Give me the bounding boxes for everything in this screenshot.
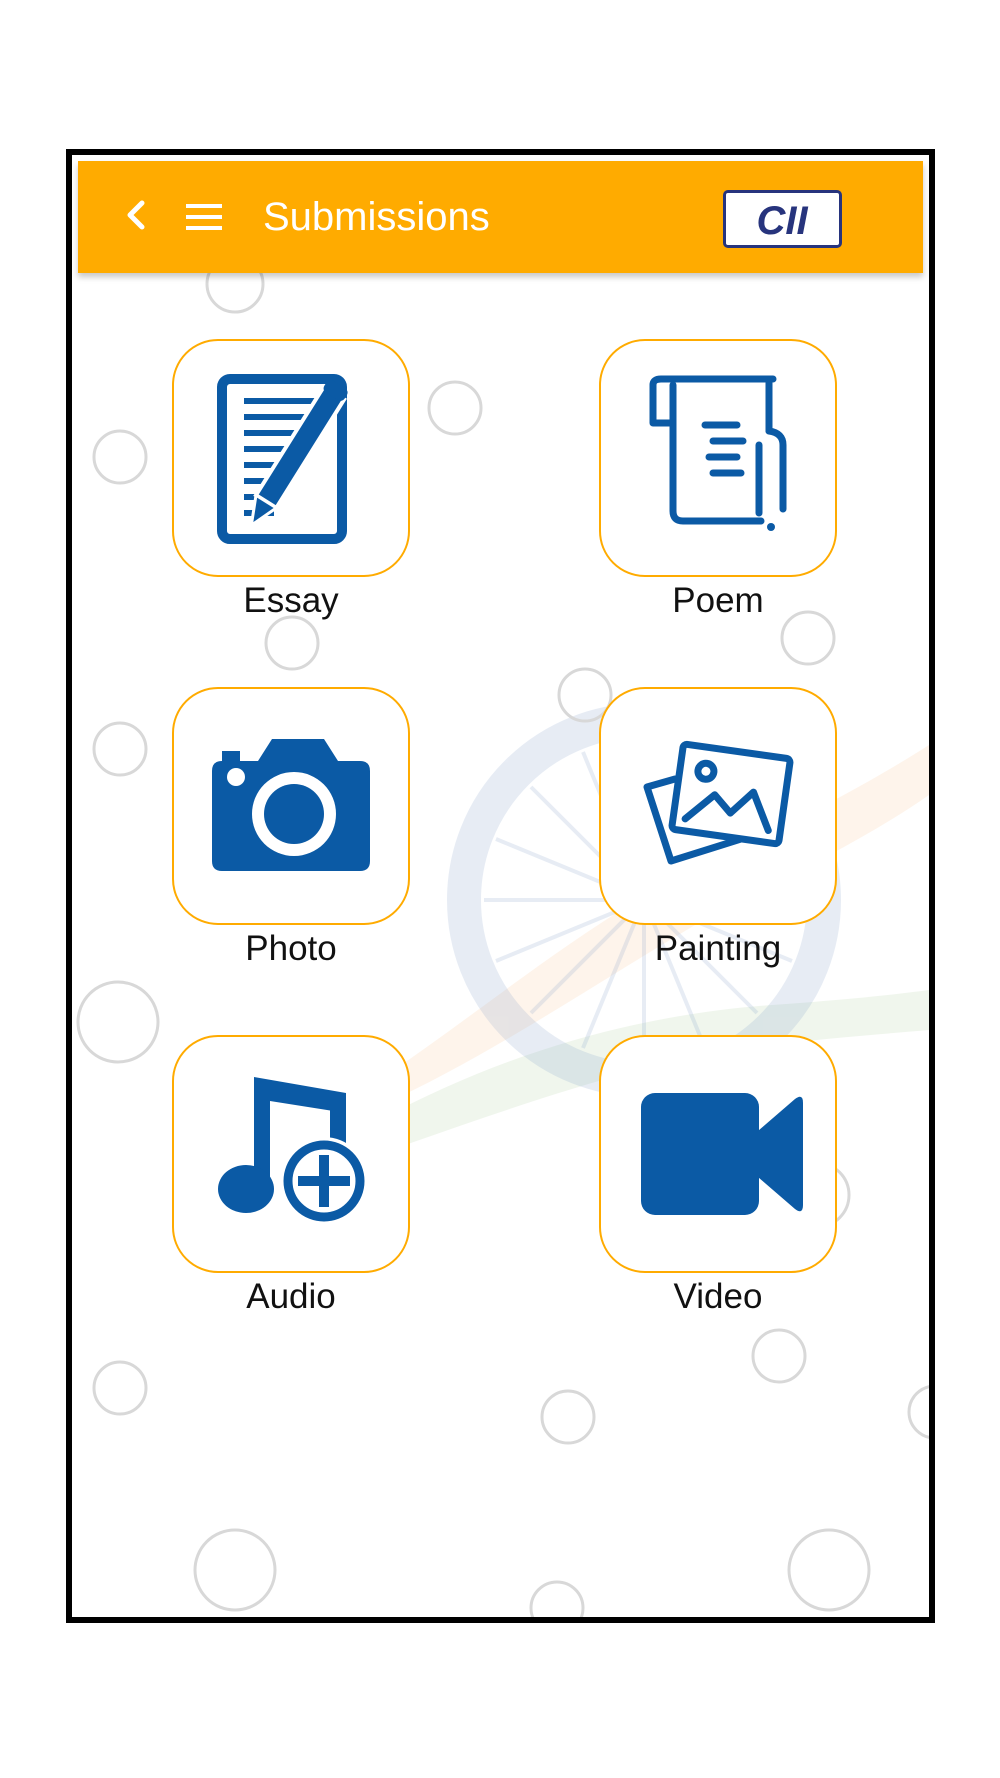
- poem-tile[interactable]: [599, 339, 837, 577]
- cii-logo-mark: CII: [756, 199, 808, 243]
- poem-label: Poem: [672, 581, 764, 620]
- video-label: Video: [673, 1277, 763, 1316]
- video-tile[interactable]: [599, 1035, 837, 1273]
- document-pen-icon: [217, 374, 348, 544]
- painting-label: Painting: [654, 929, 782, 968]
- phone-frame: Submissions CII Essay Poem Photo Paintin…: [66, 149, 935, 1623]
- painting-tile[interactable]: [599, 687, 837, 925]
- camera-icon: [212, 739, 370, 871]
- music-add-icon: [218, 1077, 368, 1225]
- chevron-left-icon[interactable]: [118, 193, 158, 237]
- photo-tile[interactable]: [172, 687, 410, 925]
- app-bar: Submissions CII: [78, 161, 923, 273]
- hamburger-menu-icon[interactable]: [182, 197, 226, 237]
- video-camera-icon: [641, 1093, 803, 1215]
- cii-logo: CII: [723, 190, 842, 248]
- pictures-icon: [643, 740, 794, 865]
- essay-label: Essay: [243, 581, 339, 620]
- photo-label: Photo: [245, 929, 337, 968]
- essay-tile[interactable]: [172, 339, 410, 577]
- svg-text:CII: CII: [756, 199, 808, 243]
- page-title: Submissions: [263, 195, 490, 239]
- scroll-icon: [649, 375, 787, 531]
- audio-tile[interactable]: [172, 1035, 410, 1273]
- audio-label: Audio: [246, 1277, 336, 1316]
